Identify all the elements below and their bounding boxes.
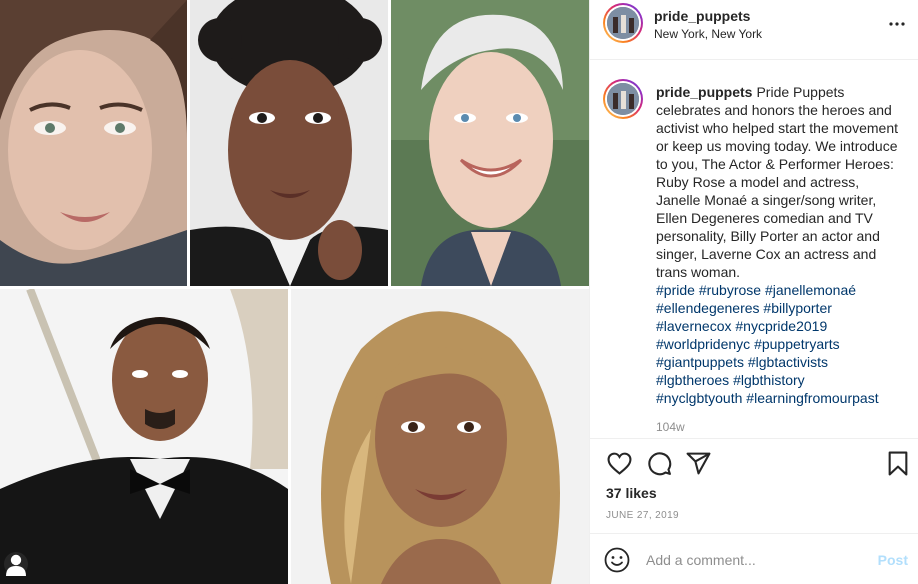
- action-bar: 37 likes JUNE 27, 2019: [590, 438, 918, 533]
- caption-section: pride_puppets Pride Puppets celebrates an…: [590, 61, 918, 438]
- hashtag-link[interactable]: #rubyrose: [699, 282, 761, 298]
- photo-portrait-5: [291, 289, 589, 584]
- location-link[interactable]: New York, New York: [654, 27, 762, 41]
- hashtag-link[interactable]: #lavernecox: [656, 318, 732, 334]
- bookmark-icon: [888, 451, 908, 475]
- comment-form: Post: [590, 533, 918, 584]
- photo-portrait-4: [0, 289, 288, 584]
- comment-bubble-icon: [647, 451, 671, 475]
- avatar[interactable]: [603, 3, 643, 43]
- likes-count[interactable]: 37 likes: [606, 485, 657, 501]
- hashtag-link[interactable]: #lgbtheroes: [656, 372, 729, 388]
- header-username[interactable]: pride_puppets: [654, 8, 750, 24]
- hashtag-link[interactable]: #lgbtactivists: [748, 354, 828, 370]
- caption-age[interactable]: 104w: [656, 420, 685, 434]
- post-header: pride_puppets New York, New York: [590, 0, 918, 60]
- like-button[interactable]: [605, 449, 633, 477]
- hashtag-link[interactable]: #ellendegeneres: [656, 300, 760, 316]
- tagged-users-button[interactable]: [4, 552, 28, 576]
- caption-text: pride_puppets Pride Puppets celebrates an…: [656, 83, 906, 407]
- hashtag-link[interactable]: #lgbthistory: [733, 372, 805, 388]
- caption-avatar[interactable]: [603, 79, 643, 119]
- post-media[interactable]: [0, 0, 589, 584]
- post-comment-button[interactable]: Post: [878, 552, 908, 568]
- hashtag-link[interactable]: #pride: [656, 282, 695, 298]
- caption-body: Pride Puppets celebrates and honors the …: [656, 84, 899, 280]
- post-date: JUNE 27, 2019: [606, 510, 680, 521]
- hashtag-link[interactable]: #learningfromourpast: [746, 390, 878, 406]
- post-sidebar: pride_puppets New York, New York pride_p…: [589, 0, 918, 584]
- hashtag-link[interactable]: #janellemonaé: [765, 282, 856, 298]
- save-button[interactable]: [884, 449, 912, 477]
- heart-icon: [607, 452, 631, 475]
- hashtag-link[interactable]: #nyclgbtyouth: [656, 390, 742, 406]
- emoji-button[interactable]: [604, 547, 630, 573]
- hashtag-link[interactable]: #nycpride2019: [735, 318, 827, 334]
- paper-plane-icon: [686, 452, 710, 474]
- hashtag-link[interactable]: #puppetryarts: [754, 336, 840, 352]
- comment-button[interactable]: [645, 449, 673, 477]
- photo-portrait-2: [190, 0, 388, 286]
- smiley-icon: [604, 547, 630, 573]
- caption-username[interactable]: pride_puppets: [656, 84, 752, 100]
- hashtag-link[interactable]: #giantpuppets: [656, 354, 744, 370]
- share-button[interactable]: [684, 449, 712, 477]
- user-tag-icon: [6, 554, 26, 576]
- more-horizontal-icon: [889, 22, 905, 26]
- hashtag-list: #pride #rubyrose #janellemonaé #ellendeg…: [656, 282, 879, 406]
- hashtag-link[interactable]: #billyporter: [763, 300, 831, 316]
- more-options-button[interactable]: [885, 12, 909, 36]
- photo-portrait-3: [391, 0, 589, 286]
- hashtag-link[interactable]: #worldpridenyc: [656, 336, 750, 352]
- photo-portrait-1: [0, 0, 187, 286]
- comment-input[interactable]: [646, 549, 866, 571]
